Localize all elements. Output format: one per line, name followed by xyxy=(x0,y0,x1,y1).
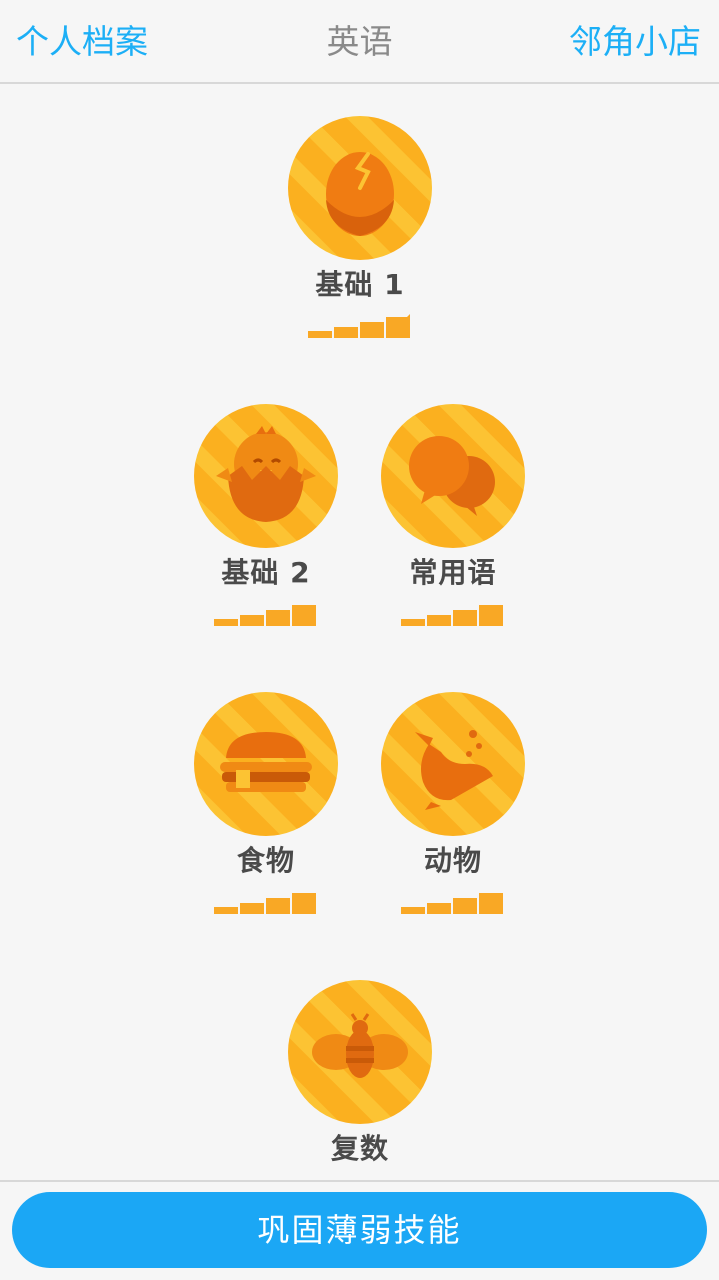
skill-label: 食物 xyxy=(236,844,295,877)
skill-label: 基础 2 xyxy=(221,556,311,589)
bee-icon xyxy=(288,980,432,1124)
strength-bars xyxy=(308,314,410,338)
bottom-bar: 巩固薄弱技能 xyxy=(0,1180,719,1280)
skill-phrases[interactable]: 常用语 xyxy=(358,404,548,626)
course-title: 英语 xyxy=(326,22,393,61)
skill-label: 复数 xyxy=(330,1132,389,1165)
egg-icon xyxy=(288,116,432,260)
skill-basics-2[interactable]: 基础 2 xyxy=(171,404,361,626)
hamburger-icon xyxy=(194,692,338,836)
skill-animals[interactable]: 动物 xyxy=(358,692,548,914)
strength-bars xyxy=(401,605,503,626)
skill-label: 基础 1 xyxy=(315,268,405,301)
strength-bars xyxy=(401,893,503,914)
top-nav-bar: 个人档案 英语 邻角小店 xyxy=(0,0,719,84)
skill-plurals[interactable]: 复数 xyxy=(265,980,455,1202)
strengthen-skills-button[interactable]: 巩固薄弱技能 xyxy=(12,1192,707,1268)
skill-label: 动物 xyxy=(423,844,482,877)
strength-bars xyxy=(214,605,316,626)
speech-bubbles-icon xyxy=(381,404,525,548)
profile-link[interactable]: 个人档案 xyxy=(16,20,148,64)
strength-bars xyxy=(214,893,316,914)
skill-food[interactable]: 食物 xyxy=(171,692,361,914)
skill-basics-1[interactable]: 基础 1 xyxy=(265,116,455,338)
skill-label: 常用语 xyxy=(409,556,497,589)
store-link[interactable]: 邻角小店 xyxy=(569,20,701,64)
chick-icon xyxy=(194,404,338,548)
whale-icon xyxy=(381,692,525,836)
